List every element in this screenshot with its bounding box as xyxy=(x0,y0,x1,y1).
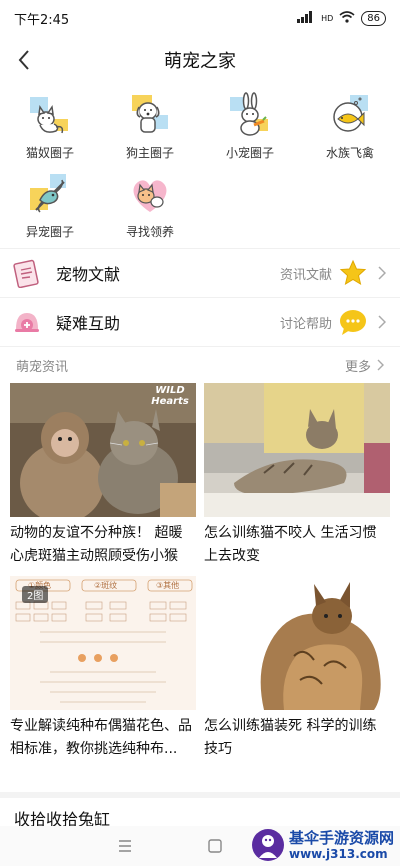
ragdoll-color-chart-image: ①颜色 ②斑纹 ③其他 2图 xyxy=(10,576,196,710)
row-title: 宠物文献 xyxy=(56,265,121,284)
category-label: 猫奴圈子 xyxy=(25,146,74,160)
chevron-right-icon xyxy=(374,315,390,329)
tabby-cat-photo xyxy=(204,383,390,517)
network-type: HD xyxy=(321,13,334,23)
image-count-badge: 2图 xyxy=(22,586,49,603)
news-caption: 怎么训练猫不咬人 生活习惯上去改变 xyxy=(204,525,377,564)
cat-icon xyxy=(25,90,75,140)
category-label: 异宠圈子 xyxy=(25,225,74,239)
news-caption: 专业解读纯种布偶猫花色、品相标准，教你挑选纯种布... xyxy=(10,718,192,757)
monkey-and-cat-photo: WILD Hearts xyxy=(10,383,196,517)
row-pet-literature[interactable]: 宠物文献 资讯文献 xyxy=(0,248,400,297)
category-label: 小宠圈子 xyxy=(225,146,274,160)
watermark-text: 基伞手游资源网 xyxy=(288,828,394,847)
dog-icon xyxy=(125,90,175,140)
cat-heart-icon xyxy=(125,169,175,219)
signal-icon xyxy=(297,10,315,26)
home-icon xyxy=(208,839,222,853)
news-card[interactable]: 怎么训练猫装死 科学的训练技巧 xyxy=(204,576,390,765)
category-aquatic-bird[interactable]: 水族飞禽 xyxy=(300,90,400,161)
category-small-pet-circle[interactable]: 小宠圈子 xyxy=(200,90,300,161)
chat-bubble-icon xyxy=(338,307,368,337)
chart-label-other: ③其他 xyxy=(156,581,180,590)
page-title: 萌宠之家 xyxy=(164,51,236,72)
status-bar: 下午2:45 HD 86 xyxy=(0,0,400,36)
menu-button[interactable] xyxy=(80,840,170,852)
back-button[interactable] xyxy=(10,46,38,74)
rabbit-icon xyxy=(225,90,275,140)
row-help[interactable]: 疑难互助 讨论帮助 xyxy=(0,297,400,346)
help-icon xyxy=(10,305,44,339)
news-cards: WILD Hearts 动物的友谊不分种族！ 超暖心虎斑猫主动照顾受伤小猴 怎么… xyxy=(0,383,400,765)
row-subtitle: 讨论帮助 xyxy=(279,316,332,332)
category-grid: 猫奴圈子 狗主圈子 小宠圈子 水族飞禽 异宠圈子 寻找领养 xyxy=(0,84,400,240)
chameleon-icon xyxy=(25,169,75,219)
chevron-right-icon xyxy=(374,266,390,280)
news-section-title: 萌宠资讯 xyxy=(16,359,69,375)
news-card[interactable]: 怎么训练猫不咬人 生活习惯上去改变 xyxy=(204,383,390,572)
fluffy-cat-photo xyxy=(204,576,390,710)
news-card[interactable]: WILD Hearts 动物的友谊不分种族！ 超暖心虎斑猫主动照顾受伤小猴 xyxy=(10,383,196,572)
chevron-right-icon xyxy=(377,359,384,371)
status-icons: HD 86 xyxy=(297,10,386,26)
news-card[interactable]: ①颜色 ②斑纹 ③其他 2图 专业解读纯种布偶猫花色、品相标准，教你挑选纯种布.… xyxy=(10,576,196,765)
site-watermark: 基伞手游资源网 www.j313.com xyxy=(251,828,394,862)
wifi-icon xyxy=(339,10,355,26)
row-subtitle: 资讯文献 xyxy=(279,267,332,283)
watermark-url: www.j313.com xyxy=(288,846,388,861)
status-time: 下午2:45 xyxy=(14,12,70,28)
row-title: 疑难互助 xyxy=(56,314,121,333)
category-cat-circle[interactable]: 猫奴圈子 xyxy=(0,90,100,161)
category-label: 寻找领养 xyxy=(125,225,174,239)
watermark-logo-icon xyxy=(251,829,284,861)
category-label: 狗主圈子 xyxy=(125,146,174,160)
wild-hearts-logo: WILD Hearts xyxy=(151,385,189,407)
category-dog-circle[interactable]: 狗主圈子 xyxy=(100,90,200,161)
home-button[interactable] xyxy=(170,839,260,853)
more-label: 更多 xyxy=(344,359,371,375)
category-exotic-pet[interactable]: 异宠圈子 xyxy=(0,169,100,240)
news-caption: 怎么训练猫装死 科学的训练技巧 xyxy=(204,718,377,757)
news-section-header: 萌宠资讯 更多 xyxy=(0,346,400,383)
category-label: 水族飞禽 xyxy=(325,146,374,160)
menu-icon xyxy=(119,840,131,852)
news-caption: 动物的友谊不分种族！ 超暖心虎斑猫主动照顾受伤小猴 xyxy=(10,525,183,564)
battery-indicator: 86 xyxy=(361,10,386,26)
back-arrow-icon xyxy=(18,50,29,70)
chart-label-pattern: ②斑纹 xyxy=(94,581,118,590)
fish-icon xyxy=(325,90,375,140)
category-find-adoption[interactable]: 寻找领养 xyxy=(100,169,200,240)
app-header: 萌宠之家 xyxy=(0,36,400,84)
document-icon xyxy=(10,256,44,290)
star-icon xyxy=(338,258,368,288)
more-link[interactable]: 更多 xyxy=(345,356,384,375)
